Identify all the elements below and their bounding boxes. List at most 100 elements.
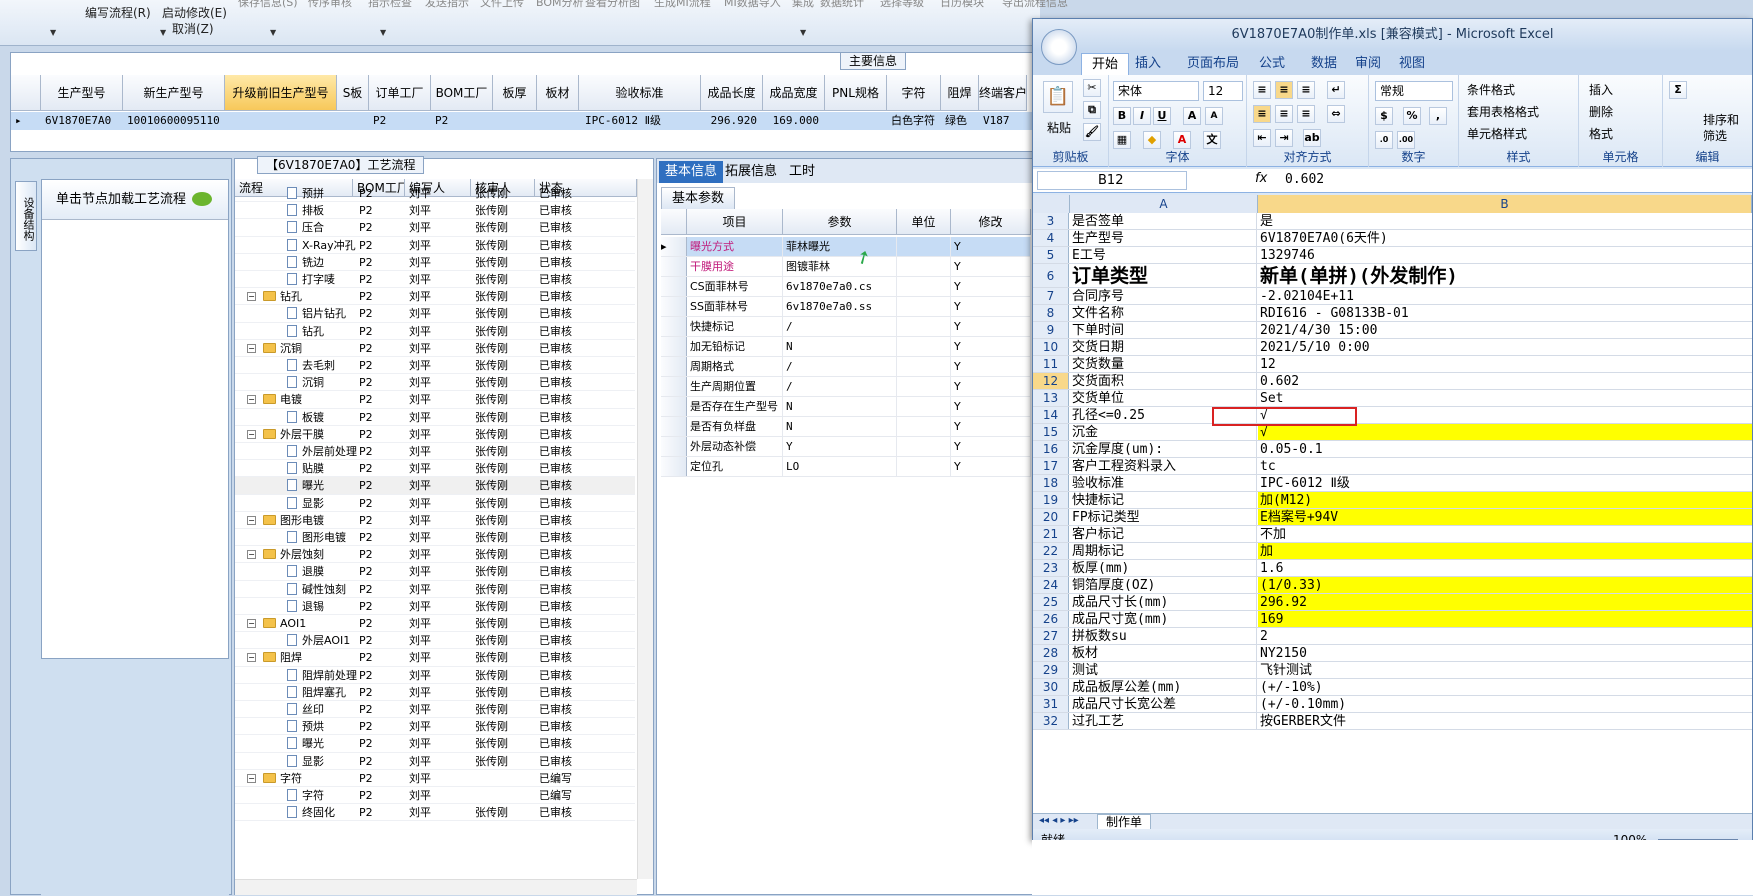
font-color-icon[interactable]: A xyxy=(1173,131,1191,149)
border-icon[interactable]: ▦ xyxy=(1113,131,1131,149)
row-number[interactable]: 7 xyxy=(1033,288,1069,304)
cell-b[interactable]: 1.6 xyxy=(1258,560,1752,576)
grid-data-cell[interactable]: 169.000 xyxy=(767,112,825,130)
shrink-font-icon[interactable]: A xyxy=(1205,107,1223,125)
row-number[interactable]: 30 xyxy=(1033,679,1069,695)
cut-icon[interactable]: ✂ xyxy=(1083,79,1101,97)
cell-a[interactable]: 合同序号 xyxy=(1070,288,1257,304)
cell-a[interactable]: 客户工程资料录入 xyxy=(1070,458,1257,474)
param-value[interactable]: 6v1870e7a0.cs xyxy=(783,277,897,296)
ribbon-tab[interactable]: 插入 xyxy=(1125,53,1171,75)
grid-header-cell[interactable]: 板厚 xyxy=(493,75,537,111)
percent-icon[interactable]: % xyxy=(1403,107,1421,125)
font-size-box[interactable]: 12 xyxy=(1203,81,1243,101)
process-row[interactable]: 铝片钻孔 P2 刘平 张传刚 已审核 xyxy=(235,305,635,323)
number-format-box[interactable]: 常规 xyxy=(1375,81,1453,101)
bold-icon[interactable]: B xyxy=(1113,107,1131,125)
param-row[interactable]: 快捷标记 / Y xyxy=(661,317,1031,337)
param-value[interactable]: / xyxy=(783,317,897,336)
sheet-row[interactable]: 25 成品尺寸长(mm) 296.92 xyxy=(1033,594,1752,611)
ribbon-tab[interactable]: 公式 xyxy=(1249,53,1295,75)
filter-button[interactable]: 筛选 xyxy=(1703,127,1727,144)
param-value[interactable]: 菲林曝光 xyxy=(783,237,897,256)
sheet-row[interactable]: 16 沉金厚度(um): 0.05-0.1 xyxy=(1033,441,1752,458)
cell-a[interactable]: 沉金 xyxy=(1070,424,1257,440)
process-row[interactable]: 预拼 P2 刘平 张传刚 已审核 xyxy=(235,185,635,203)
sheet-row[interactable]: 5 E工号 1329746 xyxy=(1033,247,1752,264)
cell-b[interactable]: (1/0.33) xyxy=(1258,577,1752,593)
cell-b[interactable]: 新单(单拼)(外发制作) xyxy=(1258,264,1752,287)
sheet-tab[interactable]: 制作单 xyxy=(1097,814,1152,830)
sheet-row[interactable]: 9 下单时间 2021/4/30 15:00 xyxy=(1033,322,1752,339)
param-value[interactable]: N xyxy=(783,417,897,436)
process-row[interactable]: 钻孔 P2 刘平 张传刚 已审核 xyxy=(235,323,635,340)
dropdown-arrow-icon[interactable]: ▼ xyxy=(270,28,276,37)
grid-header-cell[interactable]: 阻焊 xyxy=(941,75,979,111)
process-row[interactable]: − 电镀 P2 刘平 张传刚 已审核 xyxy=(235,391,635,409)
process-row[interactable]: 退锡 P2 刘平 张传刚 已审核 xyxy=(235,598,635,615)
cell-b[interactable]: NY2150 xyxy=(1258,645,1752,661)
sheet-row[interactable]: 20 FP标记类型 E档案号+94V xyxy=(1033,509,1752,526)
param-row[interactable]: 干膜用途 图镀菲林 Y xyxy=(661,257,1031,277)
grid-data-cell[interactable]: 296.920 xyxy=(705,112,763,130)
param-value[interactable]: N xyxy=(783,337,897,356)
process-row[interactable]: 铣边 P2 刘平 张传刚 已审核 xyxy=(235,254,635,271)
cell-b[interactable]: 加(M12) xyxy=(1258,492,1752,508)
cell-a[interactable]: 板材 xyxy=(1070,645,1257,661)
process-row[interactable]: − 图形电镀 P2 刘平 张传刚 已审核 xyxy=(235,512,635,529)
grid-header-cell[interactable]: 生产型号 xyxy=(41,75,123,111)
cell-a[interactable]: 订单类型 xyxy=(1070,264,1257,287)
process-row[interactable]: 曝光 P2 刘平 张传刚 已审核 xyxy=(235,735,635,753)
grid-data-cell[interactable]: P2 xyxy=(435,112,493,130)
row-number[interactable]: 23 xyxy=(1033,560,1069,576)
row-number[interactable]: 20 xyxy=(1033,509,1069,525)
sheet-row[interactable]: 4 生产型号 6V1870E7A0(6天件) xyxy=(1033,230,1752,247)
row-number[interactable]: 9 xyxy=(1033,322,1069,338)
sheet-row[interactable]: 24 铜箔厚度(OZ) (1/0.33) xyxy=(1033,577,1752,594)
worksheet-grid[interactable]: 3 是否签单是 4 生产型号 6V1870E7A0(6天件) 5 E工号 1329746 6 订单… xyxy=(1033,213,1752,813)
process-row[interactable]: − 阻焊 P2 刘平 张传刚 已审核 xyxy=(235,649,635,667)
param-row[interactable]: 定位孔 LO Y xyxy=(661,457,1031,477)
process-row[interactable]: 打字唛 P2 刘平 张传刚 已审核 xyxy=(235,271,635,289)
cell-a[interactable]: 交货日期 xyxy=(1070,339,1257,355)
param-row[interactable]: CS面菲林号 6v1870e7a0.cs Y xyxy=(661,277,1031,297)
cell-b[interactable]: 2 xyxy=(1258,628,1752,644)
row-number[interactable]: 31 xyxy=(1033,696,1069,712)
row-number[interactable]: 19 xyxy=(1033,492,1069,508)
row-number[interactable]: 29 xyxy=(1033,662,1069,678)
cell-b[interactable]: E档案号+94V xyxy=(1258,509,1752,525)
param-tab[interactable]: 拓展信息 xyxy=(719,161,783,183)
grid-data-cell[interactable]: 6V1870E7A0 xyxy=(45,112,123,130)
currency-icon[interactable]: $ xyxy=(1375,107,1393,125)
sheet-row[interactable]: 18 验收标准 IPC-6012 Ⅱ级 xyxy=(1033,475,1752,492)
paste-button[interactable]: 粘贴 xyxy=(1047,119,1071,136)
sheet-row[interactable]: 22 周期标记加 xyxy=(1033,543,1752,560)
sheet-row[interactable]: 19 快捷标记 加(M12) xyxy=(1033,492,1752,509)
cell-a[interactable]: 成品尺寸长宽公差 xyxy=(1070,696,1257,712)
param-row[interactable]: 外层动态补偿 Y Y xyxy=(661,437,1031,457)
cell-b[interactable]: 296.92 xyxy=(1258,594,1752,610)
param-header-cell[interactable]: 项目 xyxy=(687,209,783,235)
tree-toggle-icon[interactable]: − xyxy=(247,515,256,525)
sheet-row[interactable]: 30 成品板厚公差(mm) (+/-10%) xyxy=(1033,679,1752,696)
tree-toggle-icon[interactable]: − xyxy=(247,429,256,439)
grid-header-cell[interactable]: 成品长度 xyxy=(701,75,763,111)
column-header-b[interactable]: B xyxy=(1258,195,1752,213)
process-row[interactable]: 沉铜 P2 刘平 张传刚 已审核 xyxy=(235,374,635,392)
cell-b[interactable]: -2.02104E+11 xyxy=(1258,288,1752,304)
process-row[interactable]: 退膜 P2 刘平 张传刚 已审核 xyxy=(235,563,635,581)
grid-header-cell[interactable]: 字符 xyxy=(887,75,941,111)
font-name-box[interactable]: 宋体 xyxy=(1113,81,1199,101)
align-center-icon[interactable]: ≡ xyxy=(1275,105,1293,123)
cell-a[interactable]: 成品板厚公差(mm) xyxy=(1070,679,1257,695)
grid-header-cell[interactable]: S板 xyxy=(337,75,369,111)
process-row[interactable]: 外层AOI1 P2 刘平 张传刚 已审核 xyxy=(235,632,635,650)
cell-a[interactable]: 交货单位 xyxy=(1070,390,1257,406)
decrease-decimal-icon[interactable]: .00 xyxy=(1397,131,1415,149)
cell-a[interactable]: 客户标记 xyxy=(1070,526,1257,542)
cell-a[interactable]: 铜箔厚度(OZ) xyxy=(1070,577,1257,593)
process-row[interactable]: X-Ray冲孔 P2 刘平 张传刚 已审核 xyxy=(235,237,635,254)
process-vertical-scrollbar[interactable] xyxy=(637,179,653,879)
grid-data-cell[interactable]: 10010600095110 xyxy=(127,112,225,130)
process-row[interactable]: 碱性蚀刻 P2 刘平 张传刚 已审核 xyxy=(235,581,635,598)
